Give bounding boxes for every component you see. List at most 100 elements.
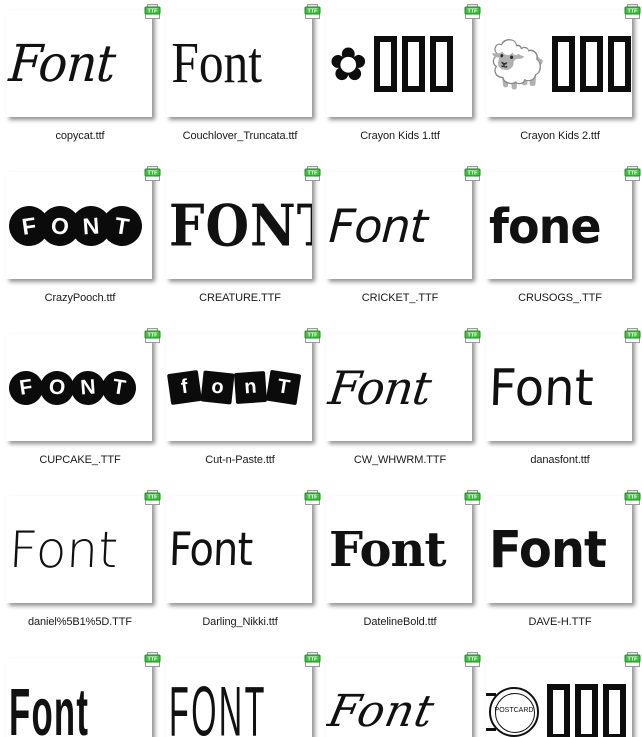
missing-glyph-boxes xyxy=(552,35,632,92)
blob-letter: T xyxy=(99,202,145,249)
tofu-box xyxy=(429,35,453,92)
font-sample-area: Font xyxy=(486,334,632,441)
font-preview-cell[interactable]: TTF Font daniel%5B1%5D.TTF xyxy=(4,488,164,650)
font-filename-label: CRUSOGS_.TTF xyxy=(518,292,602,304)
ttf-file-icon: TTF xyxy=(464,165,481,182)
tofu-box xyxy=(603,683,626,737)
ttf-file-icon: TTF xyxy=(464,489,481,506)
font-preview-card[interactable]: TTF fone xyxy=(486,166,641,279)
font-preview-cell[interactable]: TTF POSTCARD xyxy=(484,650,642,737)
font-sample-text: Font xyxy=(487,358,595,417)
blob-letter: o xyxy=(200,370,235,405)
font-filename-label: CREATURE.TTF xyxy=(199,292,281,304)
font-preview-cell[interactable]: TTF Font Couchlover_Truncata.ttf xyxy=(164,2,324,164)
font-sample-area: POSTCARD xyxy=(486,658,632,737)
font-preview-card[interactable]: TTF f o n T xyxy=(166,328,321,441)
ttf-file-icon: TTF xyxy=(144,327,161,344)
font-preview-card[interactable]: TTF Font xyxy=(6,4,161,117)
font-filename-label: copycat.ttf xyxy=(55,130,105,142)
ttf-file-icon: TTF xyxy=(624,165,641,182)
font-preview-card[interactable]: TTF FONT xyxy=(6,166,161,279)
font-preview-cell[interactable]: TTF fone CRUSOGS_.TTF xyxy=(484,164,642,326)
font-preview-card[interactable]: TTF POSTCARD xyxy=(486,652,641,737)
font-preview-cell[interactable]: TTF F O N T CrazyPooch.ttf xyxy=(4,164,164,326)
missing-glyph-boxes xyxy=(373,35,453,92)
dingbat-glyph: ✿ xyxy=(329,36,368,91)
svg-text:TTF: TTF xyxy=(468,171,479,177)
font-sample-area: Font xyxy=(326,658,472,737)
svg-text:TTF: TTF xyxy=(628,171,639,177)
font-preview-cell[interactable]: TTF f o n T Cut-n-Paste.ttf xyxy=(164,326,324,488)
font-preview-card[interactable]: TTF Font xyxy=(166,4,321,117)
missing-glyph-boxes xyxy=(547,683,626,737)
font-preview-cell[interactable]: TTF ✿ Crayon Kids 1.ttf xyxy=(324,2,484,164)
font-preview-card[interactable]: TTF 🐑 xyxy=(486,4,641,117)
blob-letters: FONT xyxy=(6,202,145,249)
font-sample-area: Font xyxy=(6,496,152,603)
svg-text:TTF: TTF xyxy=(148,495,159,501)
font-preview-card[interactable]: TTF FONT xyxy=(166,166,321,279)
font-sample-area: FONT xyxy=(166,658,312,737)
tofu-box xyxy=(580,35,604,92)
font-preview-cell[interactable]: TTF Font copycat.ttf xyxy=(4,2,164,164)
ttf-file-icon: TTF xyxy=(464,651,481,668)
font-preview-cell[interactable]: TTF Font xyxy=(324,650,484,737)
font-sample-area: Font xyxy=(166,10,312,117)
font-sample-text: Font xyxy=(326,360,434,415)
font-preview-cell[interactable]: TTF FONT CREATURE.TTF xyxy=(164,164,324,326)
svg-text:TTF: TTF xyxy=(148,657,159,663)
tofu-box xyxy=(575,683,598,737)
font-sample-text: Font xyxy=(327,198,429,253)
font-preview-card[interactable]: TTF FONT xyxy=(6,328,161,441)
svg-text:TTF: TTF xyxy=(148,9,159,15)
font-filename-label: Cut-n-Paste.ttf xyxy=(205,454,275,466)
svg-text:TTF: TTF xyxy=(308,333,319,339)
font-sample-text: Font xyxy=(6,33,117,94)
font-sample-text: Font xyxy=(7,520,120,579)
font-sample-area: Font xyxy=(326,496,472,603)
font-preview-card[interactable]: TTF Font xyxy=(166,490,321,603)
font-preview-cell[interactable]: TTF Font danasfont.ttf xyxy=(484,326,642,488)
blob-letters: FONT xyxy=(6,368,139,407)
font-preview-card[interactable]: TTF Font xyxy=(6,490,161,603)
ttf-file-icon: TTF xyxy=(144,489,161,506)
ttf-file-icon: TTF xyxy=(144,165,161,182)
font-preview-card[interactable]: TTF FONT xyxy=(166,652,321,737)
font-preview-cell[interactable]: TTF Font Darling_Nikki.ttf xyxy=(164,488,324,650)
font-preview-card[interactable]: TTF ✿ xyxy=(326,4,481,117)
font-filename-label: DAVE-H.TTF xyxy=(528,616,592,628)
svg-text:TTF: TTF xyxy=(628,9,639,15)
font-preview-cell[interactable]: TTF FONT xyxy=(164,650,324,737)
font-preview-cell[interactable]: TTF Font xyxy=(4,650,164,737)
font-preview-card[interactable]: TTF Font xyxy=(326,328,481,441)
font-preview-gallery: TTF Font copycat.ttf TTF Font Couchlover_Trun… xyxy=(0,0,642,737)
ttf-file-icon: TTF xyxy=(624,3,641,20)
tofu-box xyxy=(373,35,397,92)
tofu-box xyxy=(608,35,632,92)
font-preview-cell[interactable]: TTF Font DAVE-H.TTF xyxy=(484,488,642,650)
font-sample-area: Font xyxy=(326,334,472,441)
font-preview-card[interactable]: TTF Font xyxy=(486,328,641,441)
font-preview-card[interactable]: TTF Font xyxy=(326,490,481,603)
font-sample-text: Font xyxy=(326,685,440,737)
svg-text:TTF: TTF xyxy=(628,657,639,663)
ttf-file-icon: TTF xyxy=(624,489,641,506)
font-preview-card[interactable]: TTF Font xyxy=(326,652,481,737)
svg-text:TTF: TTF xyxy=(628,333,639,339)
font-preview-card[interactable]: TTF Font xyxy=(326,166,481,279)
font-preview-cell[interactable]: TTF Font CRICKET_.TTF xyxy=(324,164,484,326)
font-filename-label: Crayon Kids 1.ttf xyxy=(360,130,440,142)
font-preview-cell[interactable]: TTF F O N T CUPCAKE_.TTF xyxy=(4,326,164,488)
font-preview-cell[interactable]: TTF Font CW_WHWRM.TTF xyxy=(324,326,484,488)
font-sample-text: Font xyxy=(9,673,90,737)
font-sample-area: Font xyxy=(166,496,312,603)
font-preview-card[interactable]: TTF Font xyxy=(6,652,161,737)
font-filename-label: DatelineBold.ttf xyxy=(363,616,437,628)
font-sample-text: fone xyxy=(489,197,602,254)
ttf-file-icon: TTF xyxy=(304,3,321,20)
font-preview-cell[interactable]: TTF 🐑 Crayon Kids 2.ttf xyxy=(484,2,642,164)
font-filename-label: CRICKET_.TTF xyxy=(361,292,439,304)
font-sample-text: Font xyxy=(171,31,262,95)
font-preview-card[interactable]: TTF Font xyxy=(486,490,641,603)
font-preview-cell[interactable]: TTF Font DatelineBold.ttf xyxy=(324,488,484,650)
